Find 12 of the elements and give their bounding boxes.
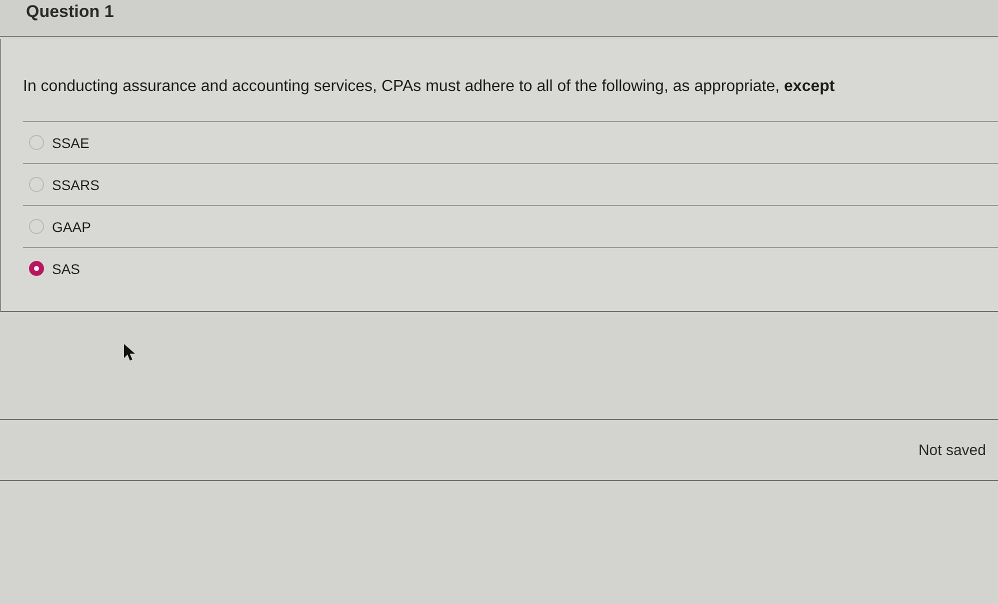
radio-button[interactable] xyxy=(29,177,44,192)
save-status: Not saved xyxy=(918,442,986,458)
question-title: Question 1 xyxy=(25,1,114,22)
option-label[interactable]: SSARS xyxy=(52,176,100,192)
option-label[interactable]: GAAP xyxy=(52,218,91,234)
question-text: In conducting assurance and accounting services, CPAs must adhere to all of the following, as appropriate, except xyxy=(22,77,836,97)
option-label[interactable]: SAS xyxy=(52,260,80,276)
radio-button[interactable] xyxy=(29,261,44,276)
mouse-pointer-icon xyxy=(124,344,136,361)
radio-button[interactable] xyxy=(29,135,44,150)
option-label[interactable]: SSAE xyxy=(52,134,90,150)
radio-button[interactable] xyxy=(29,219,44,234)
